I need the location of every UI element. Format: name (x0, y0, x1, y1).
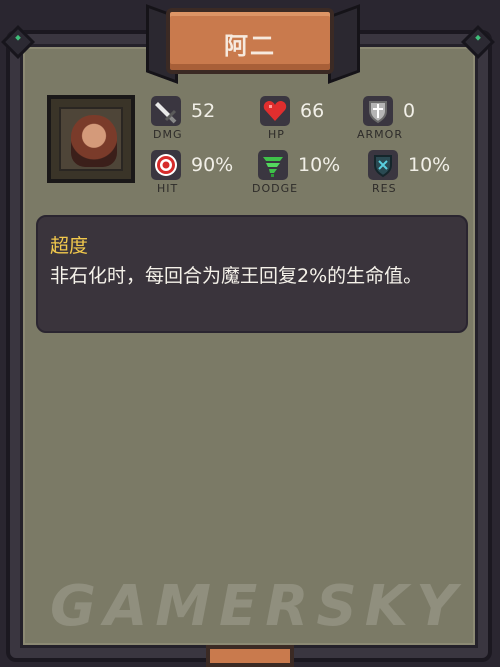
character-name: 阿二 (224, 32, 276, 60)
stat-dodge: 10% DODGE (252, 150, 358, 195)
watermark: GAMERSKY (50, 574, 465, 639)
title-plate: 阿二 (166, 8, 334, 74)
dmg-label: DMG (153, 128, 183, 141)
portrait-face (71, 115, 117, 167)
bottom-tab (206, 645, 294, 667)
res-label: RES (372, 182, 397, 195)
tornado-icon (258, 150, 288, 180)
stat-armor: 0 ARMOR (357, 96, 473, 141)
shield-icon (363, 96, 393, 126)
hp-value: 66 (300, 100, 325, 122)
magic-shield-icon (368, 150, 398, 180)
hit-value: 90% (191, 154, 234, 176)
ability-panel: 超度 非石化时，每回合为魔王回复2%的生命值。 (36, 215, 468, 333)
ability-name: 超度 (50, 235, 89, 257)
stat-hit: 90% HIT (151, 150, 251, 195)
stat-hp: 66 HP (260, 96, 350, 141)
stat-res: 10% RES (368, 150, 468, 195)
target-icon (151, 150, 181, 180)
armor-label: ARMOR (357, 128, 403, 141)
dodge-value: 10% (298, 154, 341, 176)
hit-label: HIT (157, 182, 179, 195)
character-portrait (47, 95, 135, 183)
res-value: 10% (408, 154, 451, 176)
sword-icon (151, 96, 181, 126)
hp-label: HP (268, 128, 285, 141)
heart-icon (260, 96, 290, 126)
dmg-value: 52 (191, 100, 216, 122)
stat-dmg: 52 DMG (151, 96, 246, 141)
ability-description: 非石化时，每回合为魔王回复2%的生命值。 (50, 265, 423, 287)
portrait-image (59, 107, 123, 171)
armor-value: 0 (403, 100, 416, 122)
dodge-label: DODGE (252, 182, 299, 195)
